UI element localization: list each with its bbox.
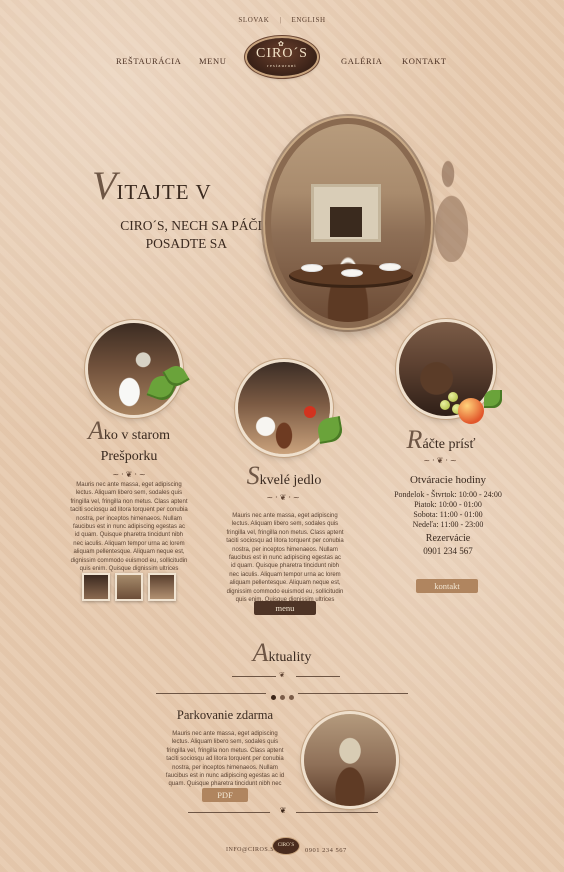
col1-heading: Ako v starom Prešporku	[70, 418, 188, 465]
nav-restauracia[interactable]: REŠTAURÁCIA	[116, 56, 181, 66]
col3-title: áčte prísť	[422, 437, 476, 452]
fireplace-image	[311, 184, 381, 242]
hero-line2: CIRO´S, NECH SA PÁČI	[120, 218, 262, 233]
col3-initial: R	[406, 425, 423, 454]
hours-row: Pondelok - Štvrtok: 10:00 - 24:00	[394, 490, 502, 499]
nav-kontakt[interactable]: KONTAKT	[402, 56, 447, 66]
ornament-icon: ❦	[279, 806, 287, 815]
tomato-icon	[304, 406, 316, 418]
plate-icon	[301, 264, 323, 272]
pdf-button[interactable]: PDF	[202, 788, 248, 802]
gallery-thumb-2[interactable]	[115, 573, 143, 601]
col1-title: ko v starom	[103, 428, 170, 443]
hero-line1: ITAJTE V	[116, 180, 212, 204]
flower-icon: ✿	[278, 40, 284, 48]
hero-photo-frame	[265, 118, 431, 328]
nav-menu[interactable]: MENU	[199, 56, 226, 66]
lang-english[interactable]: ENGLISH	[281, 16, 335, 24]
logo-name: CIRO´S	[256, 46, 308, 61]
hours-row: Nedeľa: 11:00 - 23:00	[412, 520, 484, 529]
grape-icon	[440, 400, 450, 410]
col2-heading: Skvelé jedlo	[232, 462, 336, 495]
ornament-divider: ~·❦·~	[423, 456, 459, 465]
gallery-thumb-3[interactable]	[148, 573, 176, 601]
col2-text: Mauris nec ante massa, eget adipiscing l…	[226, 513, 344, 611]
hero-heading: VITAJTE V CIRO´S, NECH SA PÁČI POSADTE S…	[92, 166, 292, 253]
hours-title: Otváracie hodiny	[409, 474, 487, 486]
col2-initial: S	[246, 461, 260, 490]
kontakt-button[interactable]: kontakt	[416, 579, 478, 593]
ornament-divider: ~·❦·~	[266, 493, 302, 502]
hero-initial: V	[92, 163, 117, 208]
grape-icon	[448, 392, 458, 402]
pagination-dot-1[interactable]	[270, 695, 276, 700]
news-title: ktuality	[268, 650, 312, 665]
footer-phone: 0901 234 567	[305, 847, 347, 854]
divider-line	[188, 812, 270, 813]
col2-title: kvelé jedlo	[259, 473, 322, 488]
footer-logo[interactable]: CIRO´S	[273, 838, 299, 854]
col3-heading: Ráčte prísť	[396, 426, 486, 459]
plate-icon	[379, 263, 401, 271]
divider-line	[298, 693, 408, 694]
col1-title-line2: Prešporku	[100, 449, 158, 464]
col1-initial: A	[88, 416, 104, 445]
news-item-title[interactable]: Parkovanie zdarma	[160, 708, 290, 723]
nav-galeria[interactable]: GALÉRIA	[341, 56, 383, 66]
divider-line	[296, 812, 378, 813]
decorative-lady-illustration	[420, 152, 490, 262]
news-initial: A	[252, 638, 269, 667]
pagination-dot-2[interactable]	[279, 695, 285, 700]
reservation-label: Rezervácie	[425, 533, 471, 544]
col1-text: Mauris nec ante massa, eget adipiscing l…	[70, 482, 188, 580]
pagination-dot-3[interactable]	[288, 695, 294, 700]
ornament-icon: ❦	[279, 671, 285, 679]
hours-row: Piatok: 10:00 - 01:00	[414, 500, 482, 509]
lang-slovak[interactable]: SLOVAK	[228, 16, 279, 24]
hero-line3: POSADTE SA	[145, 236, 227, 251]
reservation-phone: 0901 234 567	[423, 546, 473, 556]
photo-news	[304, 714, 396, 806]
news-pagination	[266, 685, 298, 704]
plate-icon	[341, 269, 363, 277]
news-heading: Aktuality	[232, 640, 332, 671]
logo-sub: restaurant	[267, 63, 297, 68]
peach-icon	[458, 398, 484, 424]
gallery-thumb-1[interactable]	[82, 573, 110, 601]
logo[interactable]: ✿ CIRO´S restaurant	[247, 38, 317, 76]
photo-dish	[238, 362, 330, 454]
leaf-icon	[484, 390, 502, 408]
ornament-divider: ~·❦·~	[112, 470, 148, 479]
language-switch: SLOVAK | ENGLISH	[0, 16, 564, 24]
opening-hours: Otváracie hodiny Pondelok - Štvrtok: 10:…	[386, 473, 510, 557]
divider-line	[156, 693, 266, 694]
menu-button[interactable]: menu	[254, 601, 316, 615]
footer-email[interactable]: INFO@CIROS.SK	[226, 847, 279, 853]
hours-row: Sobota: 11:00 - 01:00	[413, 510, 483, 519]
divider-line	[296, 676, 340, 677]
